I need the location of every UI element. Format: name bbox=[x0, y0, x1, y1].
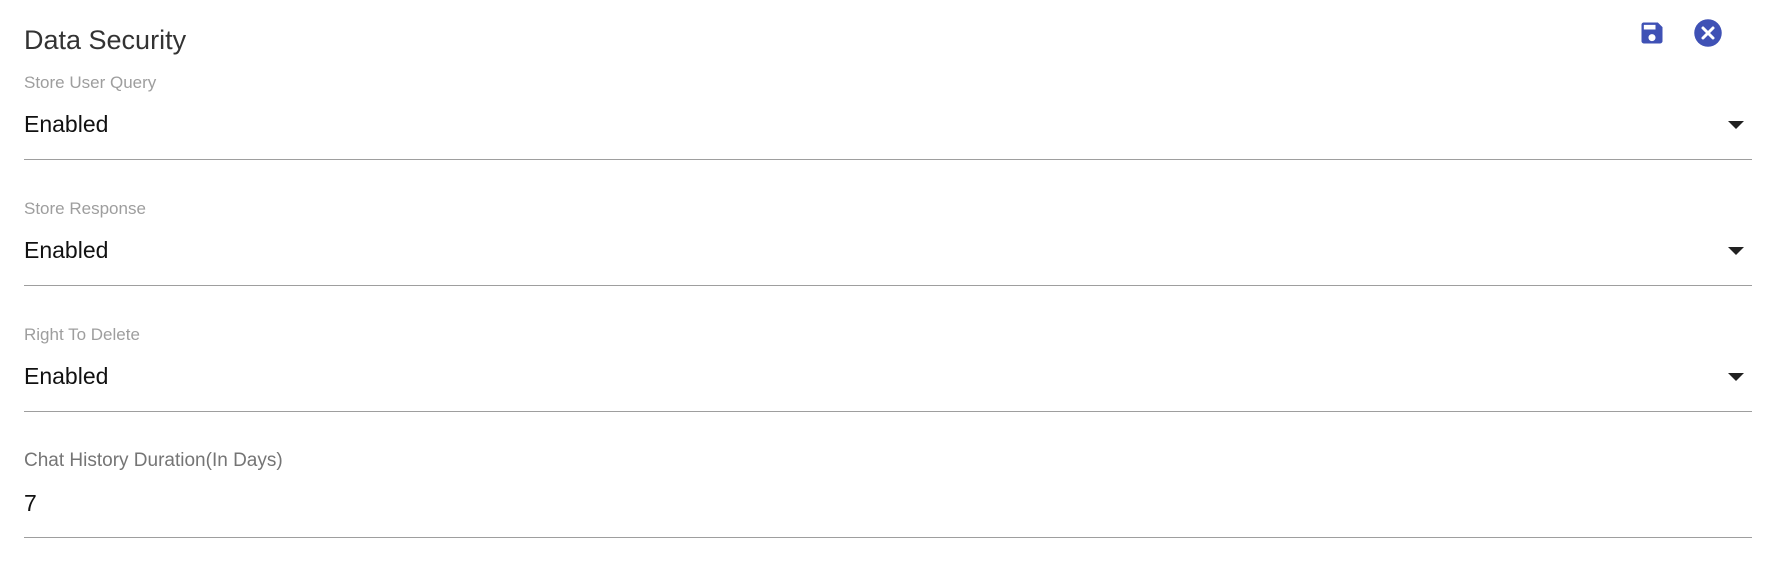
close-circle-icon bbox=[1694, 19, 1722, 47]
right-to-delete-select[interactable]: Right To Delete Enabled bbox=[24, 316, 1752, 412]
store-response-select[interactable]: Store Response Enabled bbox=[24, 190, 1752, 286]
save-icon bbox=[1641, 22, 1663, 44]
data-security-panel: Data Security Store User Query Enabled S… bbox=[0, 0, 1765, 566]
page-title: Data Security bbox=[24, 25, 187, 55]
store-user-query-select[interactable]: Store User Query Enabled bbox=[24, 64, 1752, 160]
chevron-down-icon[interactable] bbox=[1728, 373, 1744, 381]
right-to-delete-label: Right To Delete bbox=[24, 325, 140, 344]
chevron-down-icon[interactable] bbox=[1728, 121, 1744, 129]
store-response-value[interactable]: Enabled bbox=[24, 236, 108, 264]
close-button[interactable] bbox=[1691, 16, 1725, 50]
header-actions bbox=[1635, 16, 1725, 50]
store-response-label: Store Response bbox=[24, 199, 146, 218]
store-user-query-label: Store User Query bbox=[24, 73, 157, 92]
chevron-down-icon[interactable] bbox=[1728, 247, 1744, 255]
right-to-delete-value[interactable]: Enabled bbox=[24, 362, 108, 390]
chat-history-duration-input[interactable]: 7 bbox=[24, 489, 37, 517]
chat-history-duration-label: Chat History Duration(In Days) bbox=[24, 450, 283, 471]
store-user-query-value[interactable]: Enabled bbox=[24, 110, 108, 138]
chat-history-duration-field[interactable]: Chat History Duration(In Days) 7 bbox=[24, 442, 1752, 538]
save-button[interactable] bbox=[1635, 16, 1669, 50]
